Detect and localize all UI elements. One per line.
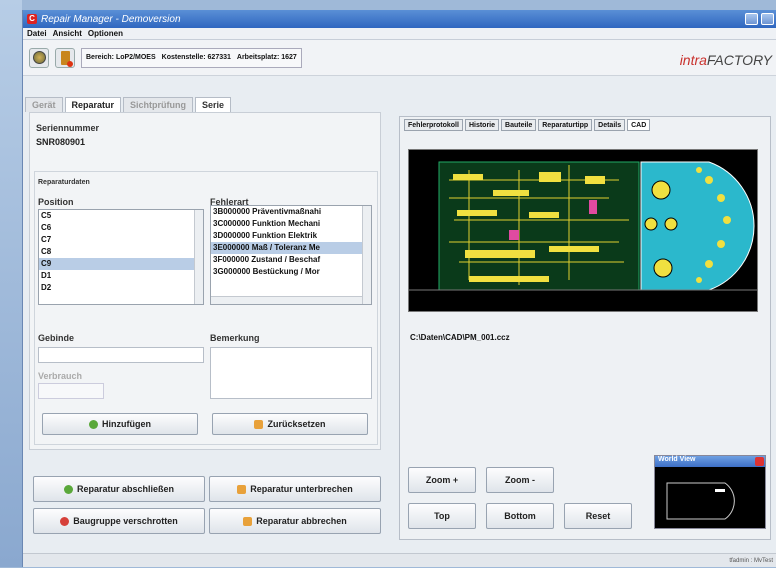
- world-view-map: [666, 482, 735, 520]
- tab-serie[interactable]: Serie: [195, 97, 232, 112]
- cancel-icon: [243, 516, 253, 526]
- arbeitsplatz-text: Arbeitsplatz: 1627: [236, 54, 297, 61]
- list-item[interactable]: 3G000000 Bestückung / Mor: [211, 266, 371, 278]
- gebinde-input[interactable]: [38, 347, 204, 363]
- list-item[interactable]: C6: [39, 222, 203, 234]
- app-logo-icon: C: [27, 14, 37, 24]
- repair-form: Seriennummer SNR080901 Reparaturdaten Po…: [29, 112, 381, 450]
- cad-file-path: C:\Daten\CAD\PM_001.ccz: [410, 333, 510, 342]
- record-button[interactable]: [29, 47, 49, 68]
- tab-sichtpruefung[interactable]: Sichtprüfung: [123, 97, 194, 112]
- minimize-button[interactable]: [745, 13, 758, 25]
- baugruppe-verschrotten-button[interactable]: Baugruppe verschrotten: [33, 508, 205, 534]
- list-item[interactable]: 3D000000 Funktion Elektrik: [211, 230, 371, 242]
- hinzufuegen-button[interactable]: Hinzufügen: [42, 413, 198, 435]
- zoom-in-button[interactable]: Zoom +: [408, 467, 476, 493]
- world-view-title: World View: [655, 456, 765, 467]
- tab-reparaturtipp[interactable]: Reparaturtipp: [538, 119, 593, 131]
- maximize-button[interactable]: [761, 13, 774, 25]
- desktop-background: [0, 0, 22, 567]
- check-icon: [63, 484, 73, 494]
- verbrauch-label: Verbrauch: [38, 371, 83, 381]
- pcb-drawing: [409, 161, 757, 291]
- list-item[interactable]: 3F000000 Zustand / Beschaf: [211, 254, 371, 266]
- position-scrollbar[interactable]: [194, 210, 203, 304]
- tab-fehlerprotokoll[interactable]: Fehlerprotokoll: [404, 119, 463, 131]
- position-list[interactable]: C5 C6 C7 C8 C9 D1 D2: [38, 209, 204, 305]
- list-item[interactable]: C8: [39, 246, 203, 258]
- scrap-icon: [60, 516, 70, 526]
- serial-label: Seriennummer: [36, 123, 100, 133]
- fehlerart-list[interactable]: 3B000000 Präventivmaßnahi 3C000000 Funkt…: [210, 205, 372, 305]
- book-button[interactable]: [55, 47, 75, 68]
- list-item-selected[interactable]: C9: [39, 258, 203, 270]
- menu-optionen[interactable]: Optionen: [88, 29, 123, 38]
- bottom-view-button[interactable]: Bottom: [486, 503, 554, 529]
- zuruecksetzen-button[interactable]: Zurücksetzen: [212, 413, 368, 435]
- tab-historie[interactable]: Historie: [464, 119, 500, 131]
- main-tabs: Gerät Reparatur Sichtprüfung Serie: [23, 97, 232, 112]
- title-bar: C Repair Manager - Demoversion: [23, 10, 776, 28]
- list-item[interactable]: C7: [39, 234, 203, 246]
- list-item[interactable]: D2: [39, 282, 203, 294]
- status-bar: tfadmin : MvTest: [23, 553, 776, 567]
- reparatur-unterbrechen-button[interactable]: Reparatur unterbrechen: [209, 476, 381, 502]
- bereich-text: Bereich: LoP2/MOES: [86, 54, 156, 61]
- tab-details[interactable]: Details: [594, 119, 626, 131]
- pause-icon: [237, 484, 247, 494]
- serial-value: SNR080901: [36, 137, 86, 147]
- reset-view-button[interactable]: Reset: [564, 503, 632, 529]
- list-item[interactable]: 3C000000 Funktion Mechani: [211, 218, 371, 230]
- record-icon: [32, 51, 46, 64]
- reparaturdaten-label: Reparaturdaten: [38, 179, 90, 186]
- gebinde-label: Gebinde: [38, 333, 75, 343]
- reset-icon: [254, 419, 264, 429]
- detail-tabs: Fehlerprotokoll Historie Bauteile Repara…: [404, 119, 651, 131]
- top-view-button[interactable]: Top: [408, 503, 476, 529]
- reparatur-abschliessen-button[interactable]: Reparatur abschließen: [33, 476, 205, 502]
- tab-bauteile[interactable]: Bauteile: [501, 119, 537, 131]
- toolbar: Bereich: LoP2/MOES Kostenstelle: 627331 …: [23, 40, 776, 76]
- app-window: C Repair Manager - Demoversion Datei Ans…: [22, 10, 776, 567]
- list-item[interactable]: D1: [39, 270, 203, 282]
- kostenstelle-text: Kostenstelle: 627331: [161, 54, 231, 61]
- tab-reparatur[interactable]: Reparatur: [64, 97, 122, 112]
- bemerkung-label: Bemerkung: [210, 333, 260, 343]
- add-icon: [89, 419, 98, 429]
- list-item[interactable]: C5: [39, 210, 203, 222]
- tab-cad[interactable]: CAD: [627, 119, 651, 131]
- verbrauch-input[interactable]: [38, 383, 104, 399]
- fehlerart-hscrollbar[interactable]: [211, 296, 362, 304]
- close-icon[interactable]: [755, 457, 764, 466]
- tab-geraet[interactable]: Gerät: [25, 97, 63, 112]
- cad-viewer[interactable]: [408, 149, 758, 312]
- fehlerart-vscrollbar[interactable]: [362, 206, 371, 304]
- reparatur-abbrechen-button[interactable]: Reparatur abbrechen: [209, 508, 381, 534]
- book-icon: [60, 50, 73, 67]
- zoom-out-button[interactable]: Zoom -: [486, 467, 554, 493]
- list-item-selected[interactable]: 3E000000 Maß / Toleranz Me: [211, 242, 371, 254]
- brand-logo: intraFACTORY: [679, 52, 772, 68]
- bemerkung-textarea[interactable]: [210, 347, 372, 399]
- menu-bar: Datei Ansicht Optionen: [23, 28, 776, 40]
- menu-ansicht[interactable]: Ansicht: [53, 29, 82, 38]
- position-label: Position: [38, 197, 74, 207]
- world-view-window[interactable]: World View: [654, 455, 766, 529]
- context-info: Bereich: LoP2/MOES Kostenstelle: 627331 …: [81, 47, 302, 68]
- menu-datei[interactable]: Datei: [27, 29, 47, 38]
- list-item[interactable]: 3B000000 Präventivmaßnahi: [211, 206, 371, 218]
- window-title: Repair Manager - Demoversion: [41, 13, 181, 25]
- detail-panel: Fehlerprotokoll Historie Bauteile Repara…: [399, 116, 771, 540]
